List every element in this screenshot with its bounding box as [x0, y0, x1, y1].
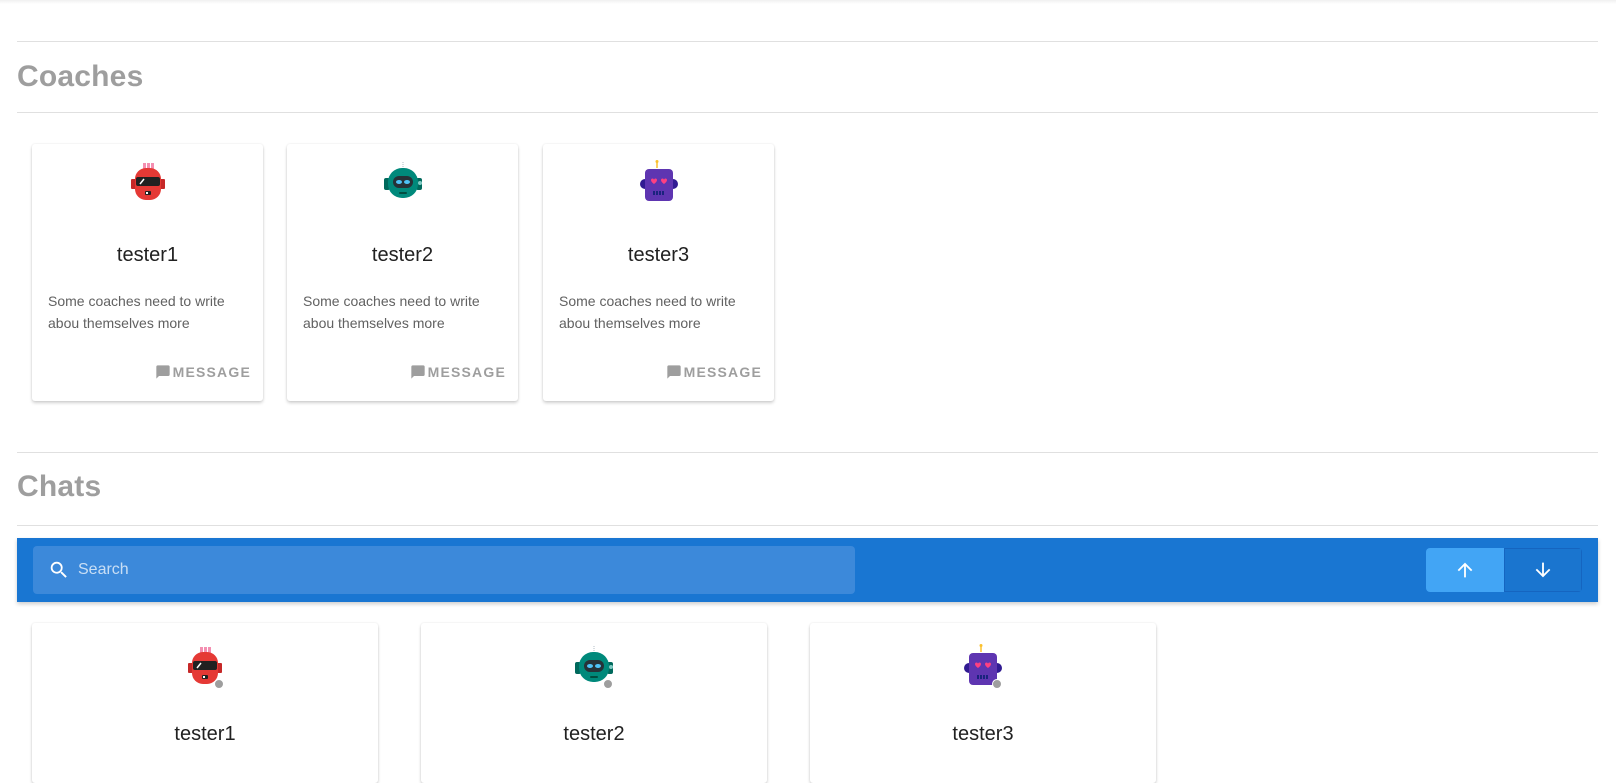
coaches-section-title: Coaches [17, 60, 144, 93]
message-button-label: MESSAGE [683, 364, 762, 380]
sort-toggle-group [1426, 548, 1582, 592]
message-button-label: MESSAGE [172, 364, 251, 380]
offline-status-dot [992, 679, 1002, 689]
message-button[interactable]: MESSAGE [155, 364, 251, 380]
chats-section-title: Chats [17, 470, 102, 503]
divider [17, 525, 1598, 526]
chat-card[interactable]: tester1 [32, 623, 378, 783]
red-robot-icon [130, 163, 165, 200]
coach-card: tester1 Some coaches need to write abou … [32, 144, 263, 401]
divider [17, 112, 1598, 113]
divider [17, 41, 1598, 42]
purple-robot-icon [639, 160, 678, 201]
offline-status-dot [214, 679, 224, 689]
search-input[interactable] [78, 561, 838, 579]
chat-card[interactable]: tester3 [810, 623, 1156, 783]
chat-name: tester1 [174, 723, 236, 745]
chats-toolbar [17, 538, 1598, 602]
message-button[interactable]: MESSAGE [666, 364, 762, 380]
offline-status-dot [603, 679, 613, 689]
sort-descending-button[interactable] [1504, 548, 1582, 592]
teal-robot-icon [383, 162, 422, 198]
chat-bubble-icon [410, 365, 425, 379]
chat-bubble-icon [155, 365, 170, 379]
chat-card[interactable]: tester2 [421, 623, 767, 783]
divider [17, 452, 1598, 453]
chat-name: tester3 [952, 723, 1014, 745]
dashboard-page: Coaches tester1 Some coaches need to wri… [17, 0, 1598, 783]
message-button-label: MESSAGE [427, 364, 506, 380]
coach-bio: Some coaches need to write abou themselv… [559, 293, 736, 331]
message-button[interactable]: MESSAGE [410, 364, 506, 380]
coach-bio: Some coaches need to write abou themselv… [48, 293, 225, 331]
coach-name: tester2 [371, 244, 434, 266]
coach-card: tester2 Some coaches need to write abou … [287, 144, 518, 401]
coach-name: tester1 [116, 244, 179, 266]
search-icon [50, 561, 67, 578]
coach-card: tester3 Some coaches need to write abou … [543, 144, 774, 401]
arrow-up-icon [1457, 562, 1473, 578]
coach-name: tester3 [627, 244, 690, 266]
chat-name: tester2 [563, 723, 625, 745]
chat-bubble-icon [666, 365, 681, 379]
sort-ascending-button[interactable] [1426, 548, 1504, 592]
coach-bio: Some coaches need to write abou themselv… [303, 293, 480, 331]
search-box[interactable] [33, 546, 855, 594]
arrow-down-icon [1535, 562, 1551, 578]
